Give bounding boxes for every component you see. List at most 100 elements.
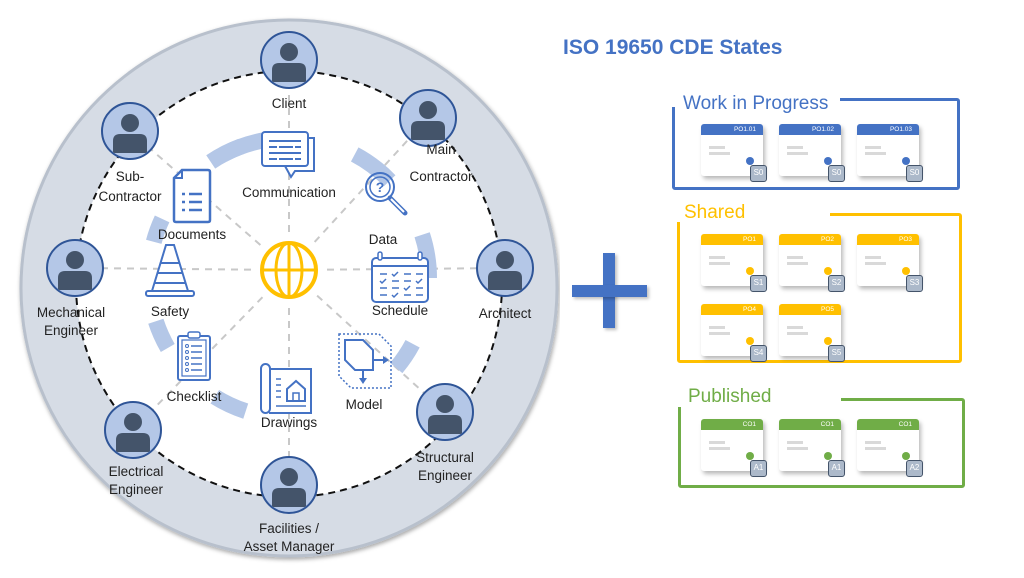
document-list-icon — [172, 168, 212, 224]
topic-label-model: Model — [346, 397, 383, 412]
card-line — [709, 441, 725, 444]
topic-label-checklist: Checklist — [167, 389, 222, 404]
card-code: CO1 — [701, 419, 763, 430]
stakeholder-structural-engineer — [416, 383, 474, 441]
document-card[interactable]: PO1.01 S0 — [701, 124, 767, 182]
card-line — [787, 447, 808, 450]
stakeholder-label: Architect — [479, 306, 532, 321]
stakeholder-label: Asset Manager — [244, 539, 335, 554]
status-code-badge: A1 — [750, 460, 767, 477]
card-line — [709, 146, 725, 149]
document-card[interactable]: PO1 S1 — [701, 234, 767, 292]
stakeholder-sub-contractor — [101, 102, 159, 160]
card-code: PO5 — [779, 304, 841, 315]
topic-label-drawings: Drawings — [261, 415, 318, 430]
globe-icon — [260, 241, 318, 299]
status-code-badge: S1 — [750, 275, 767, 292]
stakeholder-label: Facilities / — [259, 521, 319, 536]
card-code: CO1 — [779, 419, 841, 430]
topic-label-communication: Communication — [242, 185, 336, 200]
document-card[interactable]: CO1 A1 — [779, 419, 845, 477]
stakeholder-label: Contractor — [98, 189, 162, 204]
status-dot — [824, 267, 832, 275]
card-code: PO2 — [779, 234, 841, 245]
status-code-badge: S4 — [750, 345, 767, 362]
card-code: PO3 — [857, 234, 919, 245]
card-line — [709, 326, 725, 329]
stakeholder-client — [260, 31, 318, 89]
card-code: PO4 — [701, 304, 763, 315]
status-dot — [746, 337, 754, 345]
stakeholder-label: Contractor — [409, 169, 473, 184]
document-card[interactable]: PO4 S4 — [701, 304, 767, 362]
stakeholder-mechanical-engineer — [46, 239, 104, 297]
card-code: CO1 — [857, 419, 919, 430]
status-code-badge: S0 — [906, 165, 923, 182]
status-code-badge: A1 — [828, 460, 845, 477]
status-dot — [746, 157, 754, 165]
topic-label-data: Data — [369, 232, 398, 247]
card-line — [709, 447, 730, 450]
stakeholder-label: Structural — [416, 450, 474, 465]
document-card[interactable]: PO1.03 S0 — [857, 124, 923, 182]
status-dot — [824, 157, 832, 165]
card-line — [865, 146, 881, 149]
card-code: PO1 — [701, 234, 763, 245]
card-line — [787, 332, 808, 335]
state-title: Published — [688, 386, 772, 407]
svg-text:?: ? — [376, 179, 385, 195]
stakeholder-label: Sub- — [116, 169, 145, 184]
card-code: PO1.03 — [857, 124, 919, 135]
stakeholder-label: Engineer — [44, 323, 99, 338]
card-line — [709, 256, 725, 259]
stakeholder-label: Main — [426, 142, 455, 157]
card-line — [865, 447, 886, 450]
card-line — [787, 152, 808, 155]
stakeholder-label: Engineer — [109, 482, 164, 497]
status-dot — [824, 337, 832, 345]
card-line — [865, 256, 881, 259]
status-dot — [902, 267, 910, 275]
document-card[interactable]: CO1 A1 — [701, 419, 767, 477]
card-line — [787, 441, 803, 444]
status-dot — [902, 157, 910, 165]
card-line — [787, 146, 803, 149]
state-title: Shared — [684, 202, 746, 223]
status-dot — [902, 452, 910, 460]
stakeholder-electrical-engineer — [104, 401, 162, 459]
stakeholder-architect — [476, 239, 534, 297]
document-card[interactable]: PO2 S2 — [779, 234, 845, 292]
card-line — [787, 256, 803, 259]
card-line — [865, 152, 886, 155]
card-line — [865, 262, 886, 265]
document-card[interactable]: CO1 A2 — [857, 419, 923, 477]
plus-horizontal — [572, 285, 647, 297]
stakeholder-label: Mechanical — [37, 305, 105, 320]
card-line — [709, 332, 730, 335]
collaboration-diagram: Communication ? Data Schedule Model Drawings C… — [19, 18, 559, 558]
stakeholder-label: Client — [272, 96, 307, 111]
topic-label-safety: Safety — [151, 304, 190, 319]
state-title: Work in Progress — [683, 93, 829, 114]
card-line — [787, 262, 808, 265]
status-code-badge: S2 — [828, 275, 845, 292]
status-code-badge: S0 — [828, 165, 845, 182]
status-code-badge: S5 — [828, 345, 845, 362]
card-line — [787, 326, 803, 329]
card-line — [709, 262, 730, 265]
stakeholder-facilities-asset-manager — [260, 456, 318, 514]
status-code-badge: S3 — [906, 275, 923, 292]
card-line — [865, 441, 881, 444]
status-code-badge: A2 — [906, 460, 923, 477]
document-card[interactable]: PO5 S5 — [779, 304, 845, 362]
stakeholder-label: Engineer — [418, 468, 473, 483]
card-code: PO1.01 — [701, 124, 763, 135]
blueprint-house-icon — [260, 363, 312, 414]
status-dot — [746, 452, 754, 460]
status-dot — [746, 267, 754, 275]
card-line — [709, 152, 730, 155]
stakeholder-main-contractor — [399, 89, 457, 147]
stakeholder-label: Electrical — [109, 464, 164, 479]
document-card[interactable]: PO3 S3 — [857, 234, 923, 292]
document-card[interactable]: PO1.02 S0 — [779, 124, 845, 182]
